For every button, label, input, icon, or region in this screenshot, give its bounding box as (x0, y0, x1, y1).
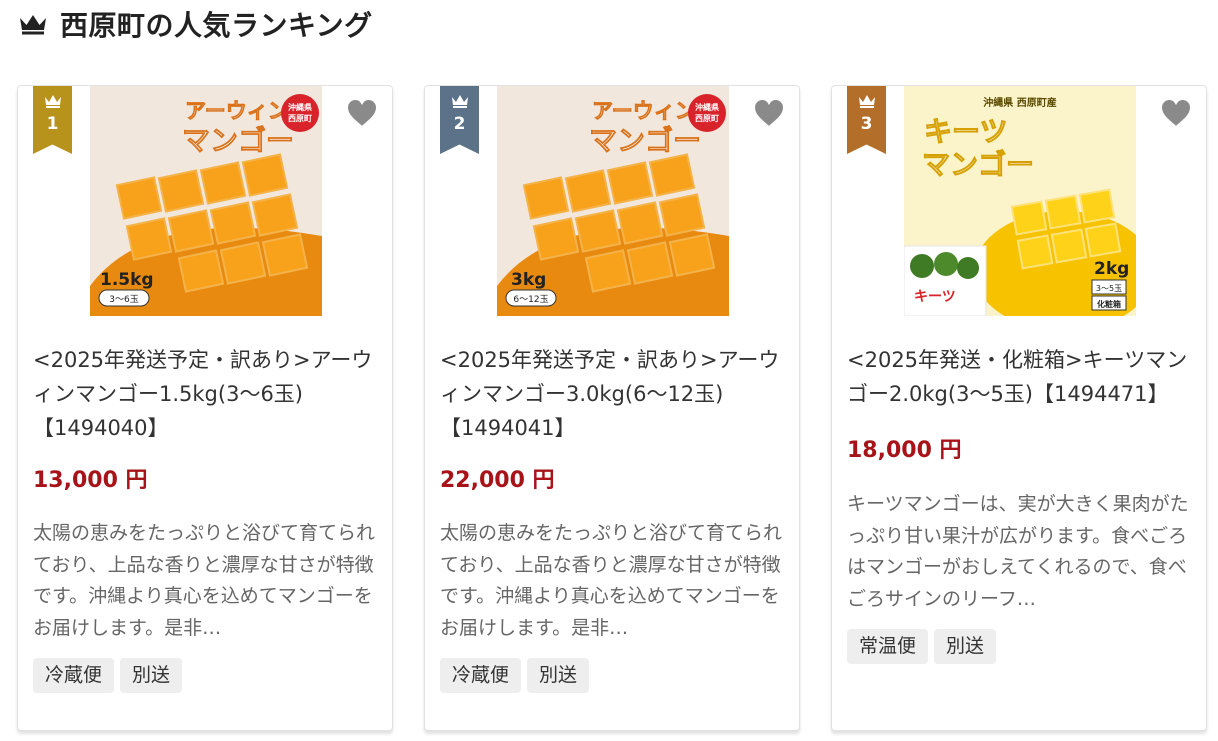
heart-icon[interactable] (344, 96, 380, 132)
crown-icon (44, 95, 61, 108)
product-card-rank-2[interactable]: 2 アーウィン マンゴー 沖縄県 西原町 3kg 6〜12玉 <2025年発送予… (424, 85, 800, 731)
image-weight: 3kg (511, 270, 546, 290)
image-badge-line2: 西原町 (288, 114, 312, 123)
product-description: 太陽の恵みをたっぷりと浴びて育てられており、上品な香りと濃厚な甘さが特徴です。沖… (440, 522, 783, 639)
product-image[interactable]: キーツ 沖縄県 西原町産 キーツ マンゴー 2kg 3〜5玉 化粧箱 (904, 86, 1136, 316)
tag-shipping: 冷蔵便 (440, 658, 522, 693)
image-brand-line2: マンゴー (182, 124, 294, 157)
mango-image: キーツ 沖縄県 西原町産 キーツ マンゴー 2kg 3〜5玉 化粧箱 (904, 86, 1136, 316)
heart-icon[interactable] (751, 96, 787, 132)
crown-icon (858, 95, 875, 108)
image-brand-line1: アーウィン (592, 98, 696, 123)
image-brand-line1: キーツ (924, 115, 1007, 148)
tag-list: 冷蔵便 別送 (33, 658, 183, 693)
mango-image: アーウィン マンゴー 沖縄県 西原町 1.5kg 3〜6玉 (90, 86, 322, 316)
tag-shipping: 冷蔵便 (33, 658, 115, 693)
image-badge-line2: 西原町 (695, 114, 719, 123)
rank-ribbon: 3 (847, 86, 886, 154)
product-price: 22,000 円 (440, 468, 555, 493)
tag-list: 冷蔵便 別送 (440, 658, 590, 693)
crown-icon (451, 95, 468, 108)
ranking-list: 1 アーウィン マンゴー 沖縄県 西原町 1.5kg 3〜6玉 <2025年発送… (17, 85, 1207, 731)
page-title: 西原町の人気ランキング (60, 9, 373, 42)
image-weight: 1.5kg (100, 270, 154, 290)
tag-shipping: 常温便 (847, 629, 929, 664)
image-count: 3〜5玉 (1096, 284, 1122, 293)
svg-text:キーツ: キーツ (914, 289, 956, 305)
crown-icon (20, 15, 46, 35)
tag-list: 常温便 別送 (847, 629, 997, 664)
image-box: 化粧箱 (1097, 299, 1121, 309)
image-badge-line1: 沖縄県 (695, 102, 719, 112)
image-brand-line2: マンゴー (922, 148, 1034, 181)
product-description: キーツマンゴーは、実が大きく果肉がたっぷり甘い果汁が広がります。食べごろはマンゴ… (847, 493, 1189, 610)
tag-delivery: 別送 (527, 658, 590, 693)
rank-number: 2 (453, 114, 466, 134)
product-title[interactable]: <2025年発送・化粧箱>キーツマンゴー2.0kg(3〜5玉)【1494471】 (847, 343, 1192, 411)
tag-delivery: 別送 (120, 658, 183, 693)
image-brand-line2: マンゴー (589, 124, 701, 157)
image-count: 6〜12玉 (513, 294, 548, 305)
ranking-header: 西原町の人気ランキング (18, 4, 373, 44)
product-image[interactable]: アーウィン マンゴー 沖縄県 西原町 3kg 6〜12玉 (497, 86, 729, 316)
product-card-rank-3[interactable]: 3 キーツ 沖縄県 西原町産 キーツ マンゴー 2kg 3〜5玉 化粧箱 <20… (831, 85, 1207, 731)
product-title[interactable]: <2025年発送予定・訳あり>アーウィンマンゴー3.0kg(6〜12玉)【149… (440, 343, 785, 445)
tag-delivery: 別送 (934, 629, 997, 664)
product-price: 18,000 円 (847, 438, 962, 463)
image-badge-line1: 沖縄県 (288, 102, 312, 112)
rank-number: 1 (46, 114, 59, 134)
product-title[interactable]: <2025年発送予定・訳あり>アーウィンマンゴー1.5kg(3〜6玉)【1494… (33, 343, 378, 445)
image-weight: 2kg (1094, 259, 1129, 279)
rank-ribbon: 2 (440, 86, 479, 154)
product-card-rank-1[interactable]: 1 アーウィン マンゴー 沖縄県 西原町 1.5kg 3〜6玉 <2025年発送… (17, 85, 393, 731)
product-description: 太陽の恵みをたっぷりと浴びて育てられており、上品な香りと濃厚な甘さが特徴です。沖… (33, 522, 376, 639)
heart-icon[interactable] (1158, 96, 1194, 132)
mango-image: アーウィン マンゴー 沖縄県 西原町 3kg 6〜12玉 (497, 86, 729, 316)
rank-number: 3 (860, 114, 873, 134)
image-brand-line1: アーウィン (185, 98, 289, 123)
rank-ribbon: 1 (33, 86, 72, 154)
product-image[interactable]: アーウィン マンゴー 沖縄県 西原町 1.5kg 3〜6玉 (90, 86, 322, 316)
image-origin: 沖縄県 西原町産 (983, 96, 1056, 109)
product-price: 13,000 円 (33, 468, 148, 493)
image-count: 3〜6玉 (109, 294, 138, 305)
